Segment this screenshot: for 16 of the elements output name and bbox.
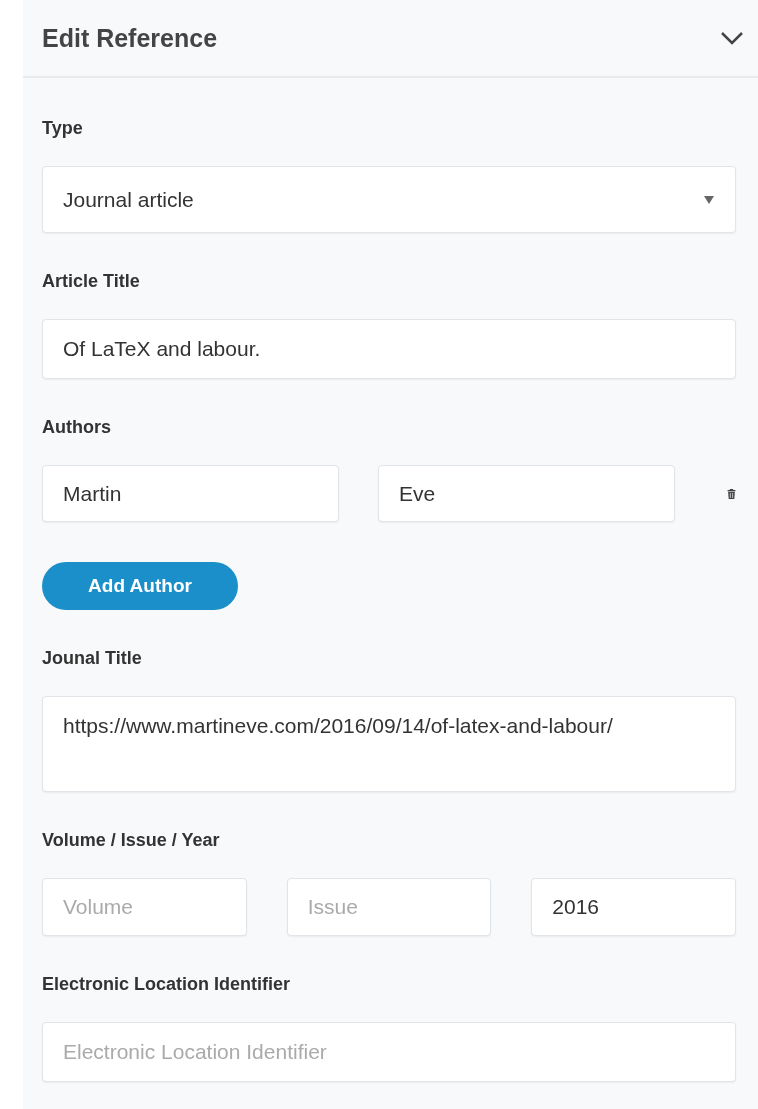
type-dropdown[interactable]: Journal article	[42, 166, 736, 233]
chevron-icon[interactable]	[720, 30, 744, 46]
field-label: Electronic Location Identifier	[42, 973, 291, 996]
input-field[interactable]: 2016	[531, 878, 736, 936]
first-name-field[interactable]: Martin	[42, 465, 339, 522]
last-name-field[interactable]: Eve	[378, 465, 675, 522]
caret-icon	[703, 194, 715, 205]
add-author-button[interactable]: Add Author	[42, 562, 238, 610]
panel-title: Edit Reference	[42, 23, 218, 53]
field-label: Authors	[42, 416, 111, 439]
field-label: Jounal Title	[42, 647, 142, 670]
field-label: Article Title	[42, 270, 140, 293]
input-field[interactable]: Of LaTeX and labour.	[42, 319, 736, 379]
field-label: Volume / Issue / Year	[42, 829, 220, 852]
field-label: Type	[42, 117, 83, 140]
textarea-field[interactable]: https://www.martineve.com/2016/09/14/of-latex-and-labour/	[42, 696, 736, 792]
